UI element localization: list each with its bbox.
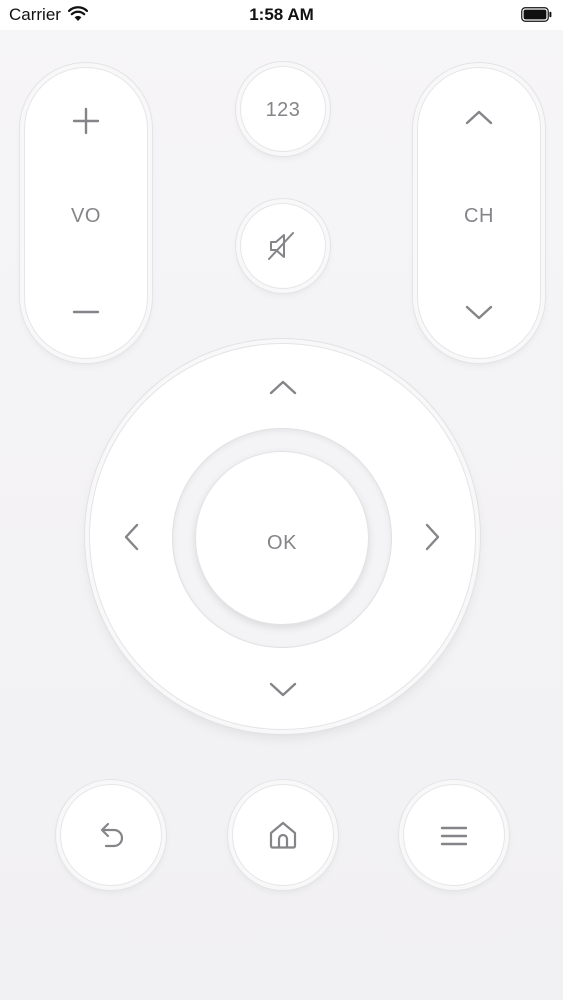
remote-screen: Carrier 1:58 AM VO 123 CH OK [0,0,563,1000]
battery-icon [521,7,552,22]
minus-icon [72,310,100,314]
status-bar: Carrier 1:58 AM [0,0,563,30]
numbers-label: 123 [265,99,301,121]
clock: 1:58 AM [249,5,314,24]
volume-up-button[interactable] [62,95,110,147]
channel-label: CH [464,205,494,227]
chevron-down-icon [465,304,493,322]
ok-label: OK [267,532,297,554]
back-arrow-icon [94,818,128,852]
dpad-down-button[interactable] [258,668,308,712]
channel-down-button[interactable] [455,294,503,334]
mute-speaker-icon [265,229,299,263]
volume-down-button[interactable] [62,290,110,336]
chevron-left-icon [122,523,140,551]
dpad-right-button[interactable] [412,512,456,562]
volume-label: VO [71,205,101,227]
chevron-right-icon [424,523,442,551]
channel-up-button[interactable] [455,98,503,138]
dpad-up-button[interactable] [258,366,308,410]
home-icon [266,818,300,852]
plus-icon [72,107,100,135]
chevron-down-icon [269,681,297,699]
menu-icon [437,819,471,853]
dpad-left-button[interactable] [108,512,152,562]
chevron-up-icon [269,378,297,396]
chevron-up-icon [465,108,493,126]
